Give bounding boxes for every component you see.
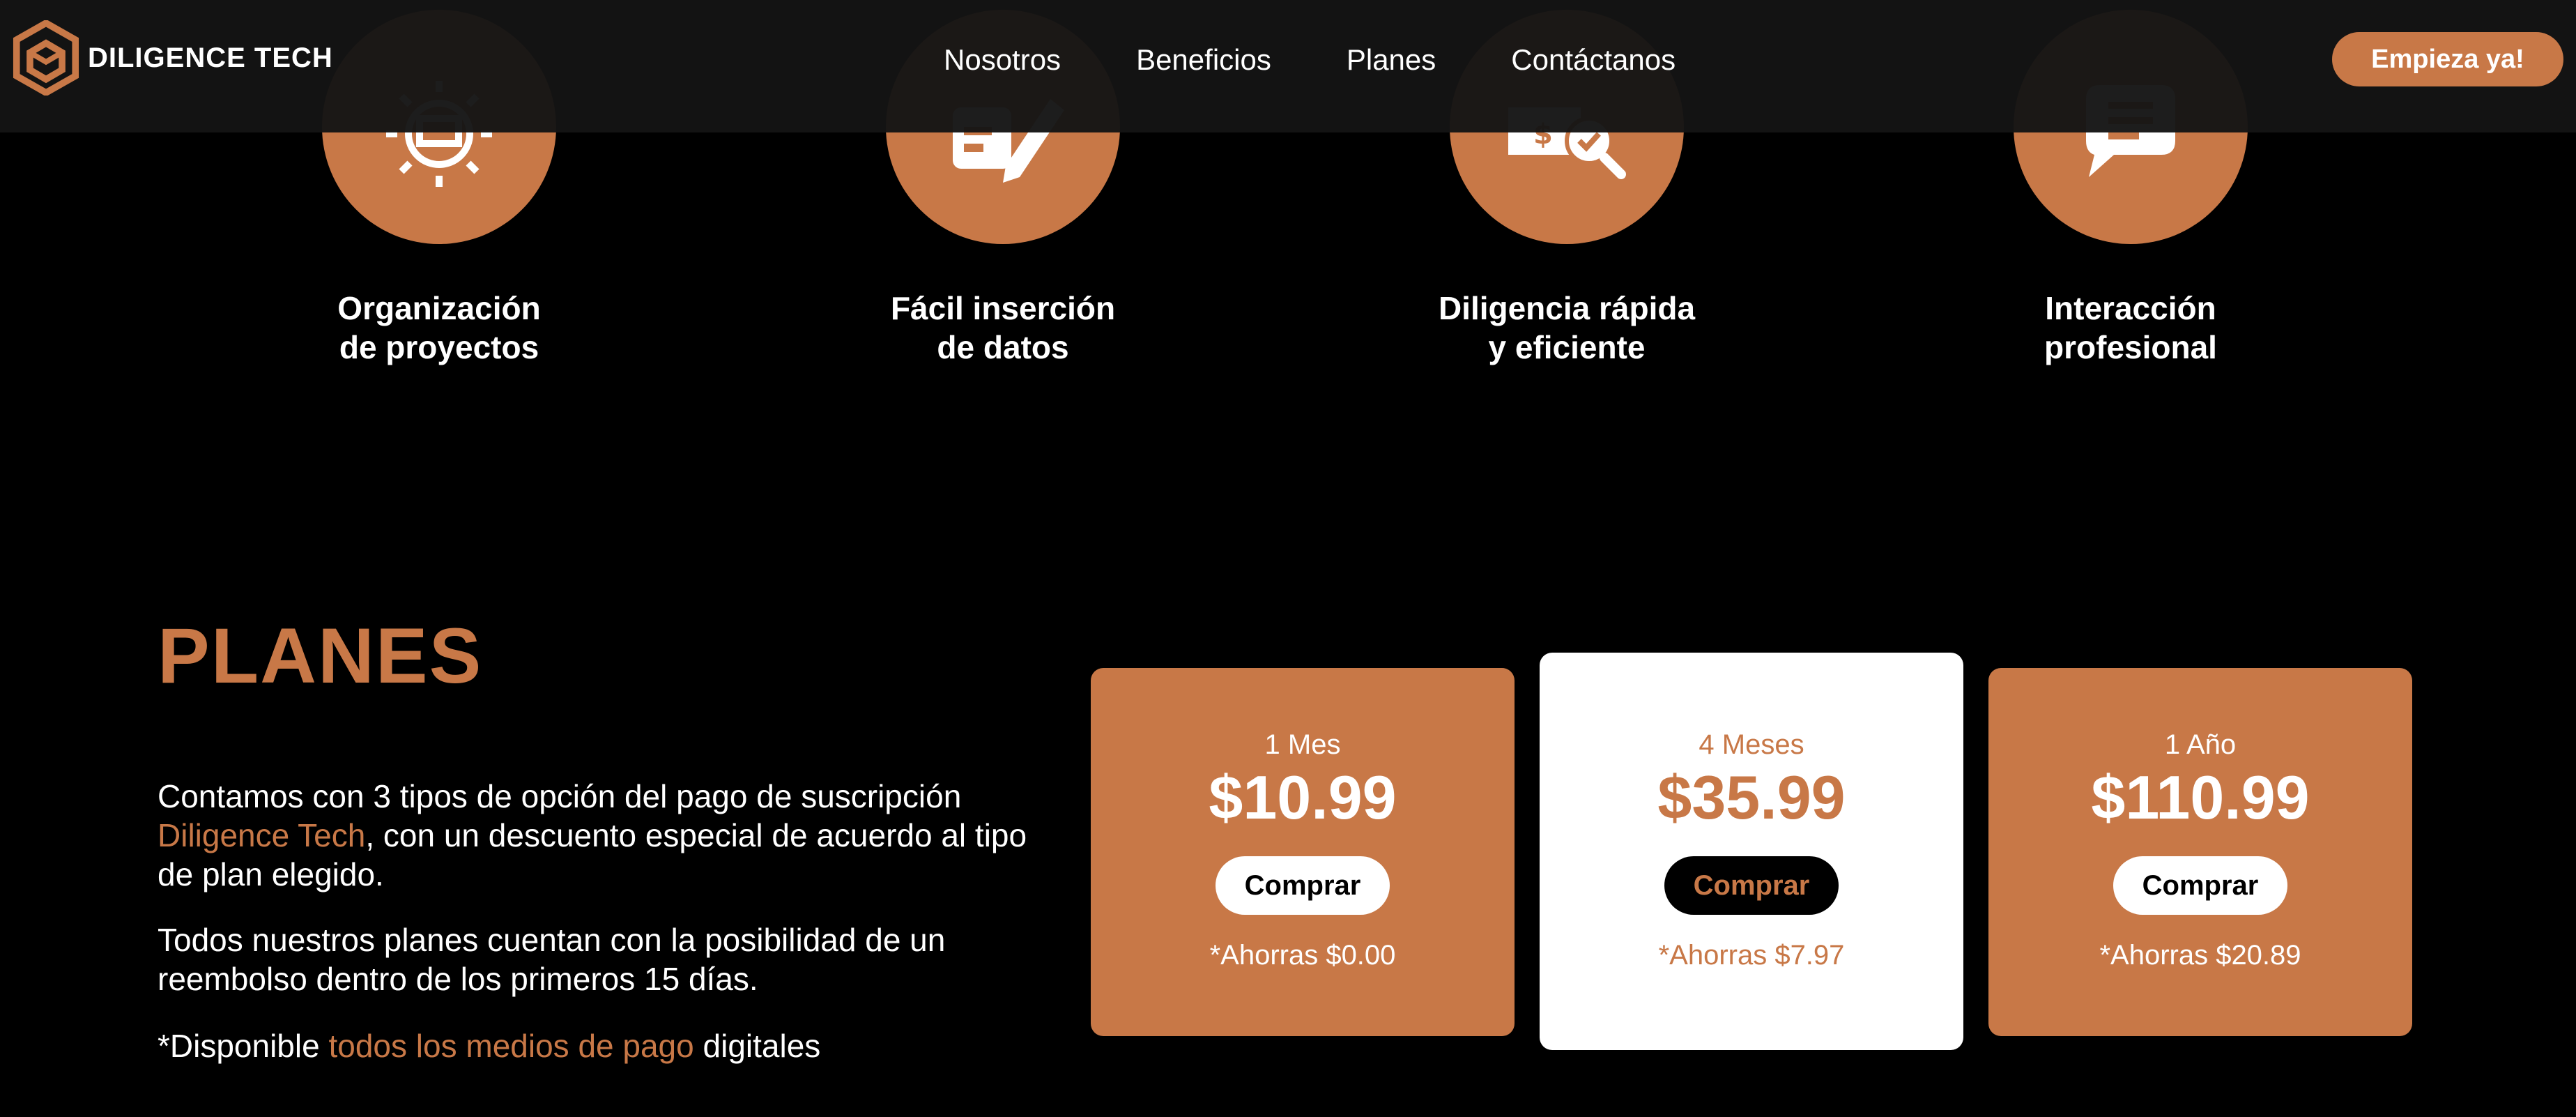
- feature-title: Interacción profesional: [2044, 290, 2217, 365]
- empieza-ya-button[interactable]: Empieza ya!: [2332, 32, 2563, 86]
- plan-price: $110.99: [2091, 763, 2310, 832]
- feature-title: Diligencia rápida y eficiente: [1438, 290, 1696, 365]
- comprar-button[interactable]: Comprar: [1216, 856, 1390, 915]
- plan-card-1-ano: 1 Año $110.99 Comprar *Ahorras $20.89: [1988, 668, 2412, 1036]
- plan-price: $35.99: [1657, 763, 1846, 832]
- logo[interactable]: DILIGENCE TECH: [13, 20, 333, 96]
- payment-note: *Disponible todos los medios de pago dig…: [158, 1028, 821, 1064]
- main-nav: Nosotros Beneficios Planes Contáctanos: [944, 40, 1676, 79]
- planes-description: Contamos con 3 tipos de opción del pago …: [158, 778, 1027, 892]
- page: Organización de proyectos Fácil inserció…: [0, 0, 2576, 1117]
- hexagon-cube-logo: [13, 20, 79, 96]
- payment-methods-link: todos los medios de pago: [328, 1028, 694, 1064]
- plan-period: 4 Meses: [1699, 729, 1804, 760]
- nav-nosotros[interactable]: Nosotros: [944, 40, 1061, 79]
- plan-period: 1 Mes: [1264, 729, 1341, 760]
- comprar-button[interactable]: Comprar: [2113, 856, 2287, 915]
- feature-title: Organización de proyectos: [337, 290, 541, 365]
- refund-note: Todos nuestros planes cuentan con la pos…: [158, 922, 946, 997]
- plan-price: $10.99: [1209, 763, 1397, 832]
- plan-savings: *Ahorras $0.00: [1209, 940, 1396, 971]
- plan-card-1-mes: 1 Mes $10.99 Comprar *Ahorras $0.00: [1091, 668, 1515, 1036]
- brand-link: Diligence Tech: [158, 817, 366, 853]
- comprar-button[interactable]: Comprar: [1664, 856, 1839, 915]
- plan-savings: *Ahorras $20.89: [2099, 940, 2301, 971]
- nav-beneficios[interactable]: Beneficios: [1136, 40, 1271, 79]
- brand-name: DILIGENCE TECH: [88, 42, 333, 73]
- planes-title: PLANES: [158, 612, 483, 699]
- nav-planes[interactable]: Planes: [1347, 40, 1436, 79]
- feature-title: Fácil inserción de datos: [890, 290, 1116, 365]
- plan-savings: *Ahorras $7.97: [1658, 940, 1845, 971]
- header: DILIGENCE TECH Nosotros Beneficios Plane…: [0, 0, 2576, 132]
- plan-period: 1 Año: [2164, 729, 2237, 760]
- nav-contactanos[interactable]: Contáctanos: [1511, 40, 1676, 79]
- plan-card-4-meses: 4 Meses $35.99 Comprar *Ahorras $7.97: [1540, 653, 1963, 1050]
